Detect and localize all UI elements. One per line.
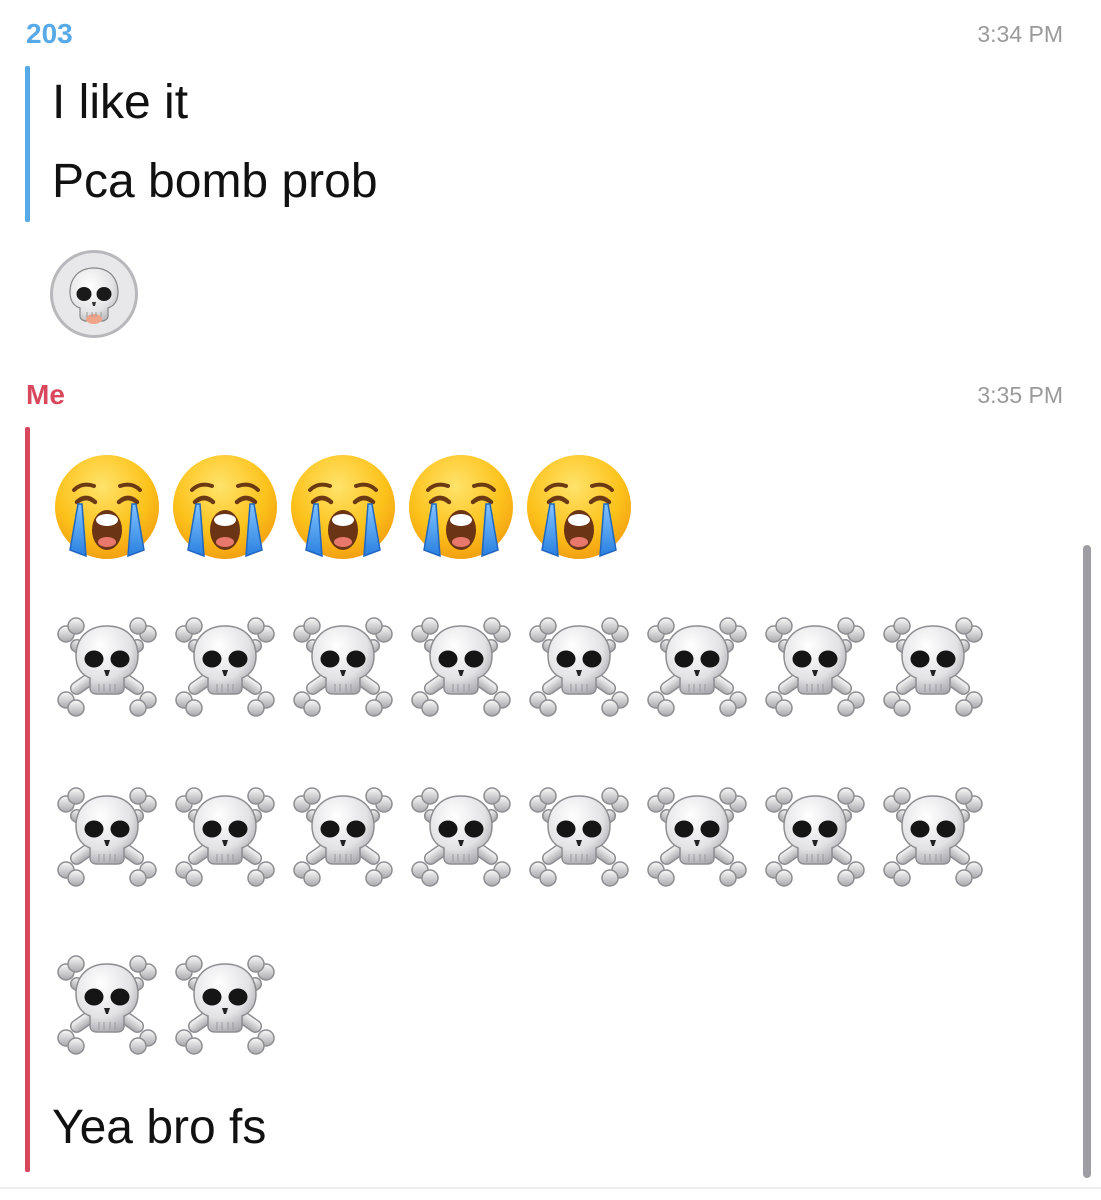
emoji-line[interactable] <box>52 452 634 562</box>
message-timestamp: 3:34 PM <box>977 21 1063 47</box>
skull-and-crossbones-icon <box>57 955 157 1055</box>
message-text[interactable]: Pca bomb prob <box>52 154 378 210</box>
skull-and-crossbones-icon <box>411 617 511 717</box>
skull-and-crossbones-icon <box>175 787 275 887</box>
skull-and-crossbones-icon <box>175 617 275 717</box>
sender-name: Me <box>26 379 65 410</box>
emoji-line[interactable] <box>52 782 988 892</box>
skull-icon <box>69 267 119 324</box>
skull-and-crossbones-icon <box>765 787 865 887</box>
loudly-crying-face-icon <box>409 455 513 559</box>
sender-color-bar <box>25 427 30 1172</box>
message-text[interactable]: I like it <box>52 75 188 131</box>
skull-and-crossbones-icon <box>293 617 393 717</box>
skull-and-crossbones-icon <box>293 787 393 887</box>
skull-and-crossbones-icon <box>57 787 157 887</box>
skull-and-crossbones-icon <box>647 617 747 717</box>
skull-and-crossbones-icon <box>647 787 747 887</box>
loudly-crying-face-icon <box>55 455 159 559</box>
loudly-crying-face-icon <box>527 455 631 559</box>
skull-and-crossbones-icon <box>529 617 629 717</box>
scrollbar[interactable] <box>1083 545 1091 1178</box>
reaction-bubble[interactable] <box>50 250 138 338</box>
skull-and-crossbones-icon <box>175 955 275 1055</box>
divider <box>0 1187 1101 1189</box>
skull-and-crossbones-icon <box>883 787 983 887</box>
sender-color-bar <box>25 66 30 222</box>
emoji-line[interactable] <box>52 612 988 722</box>
skull-and-crossbones-icon <box>529 787 629 887</box>
sender-name: 203 <box>26 18 73 49</box>
loudly-crying-face-icon <box>173 455 277 559</box>
message-timestamp: 3:35 PM <box>977 382 1063 408</box>
skull-and-crossbones-icon <box>883 617 983 717</box>
skull-and-crossbones-icon <box>765 617 865 717</box>
skull-and-crossbones-icon <box>57 617 157 717</box>
skull-and-crossbones-icon <box>411 787 511 887</box>
message-text[interactable]: Yea bro fs <box>52 1100 266 1156</box>
loudly-crying-face-icon <box>291 455 395 559</box>
emoji-line[interactable] <box>52 950 280 1060</box>
